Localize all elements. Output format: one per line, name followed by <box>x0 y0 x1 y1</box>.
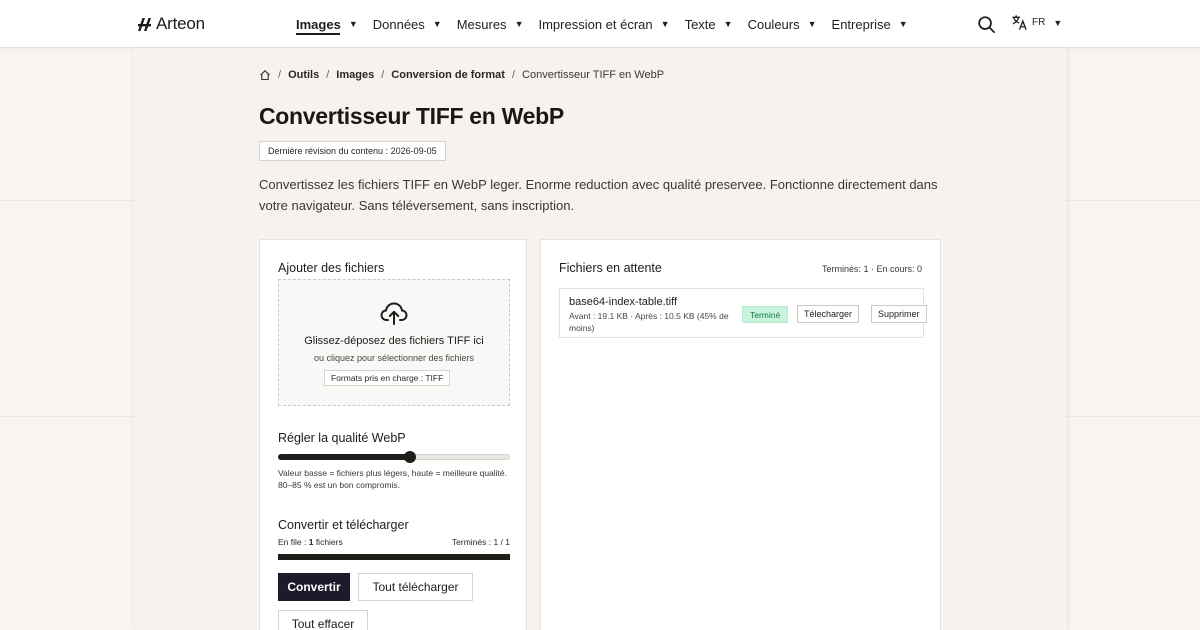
brand-logo[interactable]: Arteon <box>137 14 205 34</box>
nav-item-texte[interactable]: Texte ▼ <box>685 0 733 48</box>
pending-files-title: Fichiers en attente <box>559 261 662 275</box>
caret-down-icon: ▼ <box>514 19 524 29</box>
caret-down-icon: ▼ <box>432 19 442 29</box>
brand-name: Arteon <box>156 14 205 33</box>
pending-files-panel: Fichiers en attente Terminés: 1 · En cou… <box>540 239 941 630</box>
pending-files-stats: Terminés: 1 · En cours: 0 <box>821 264 922 274</box>
dropzone-main-text: Glissez-déposez des fichiers TIFF ici <box>304 335 484 347</box>
caret-down-icon: ▼ <box>723 19 733 29</box>
nav-label: Mesures <box>456 16 507 32</box>
slider-fill <box>278 454 411 460</box>
supported-formats-badge: Formats pris en charge : TIFF <box>324 370 451 386</box>
brand-mark-icon <box>138 17 151 31</box>
download-all-button[interactable]: Tout télécharger <box>358 573 473 601</box>
nav-item-entreprise[interactable]: Entreprise ▼ <box>832 0 908 48</box>
page-intro: Convertissez les fichiers TIFF en WebP l… <box>259 177 938 213</box>
revision-badge: Dernière révision du contenu : 2026-09-0… <box>259 141 446 161</box>
progress-fill <box>278 554 510 560</box>
done-count: Terminés : 1 / 1 <box>451 537 510 547</box>
nav-label: Images <box>296 16 341 32</box>
caret-down-icon: ▼ <box>660 19 670 29</box>
nav-label: Texte <box>684 16 716 32</box>
breadcrumb-separator: / <box>278 69 282 81</box>
home-icon[interactable] <box>259 69 271 81</box>
nav-label: Entreprise <box>831 16 891 32</box>
status-badge: Terminé <box>742 306 789 323</box>
nav-label: Données <box>372 16 425 32</box>
queue-status: En file : 1 fichiers Terminés : 1 / 1 <box>278 537 510 547</box>
breadcrumb-images[interactable]: Images <box>336 69 374 81</box>
main-content: / Outils / Images / Conversion de format… <box>134 48 1066 630</box>
language-selector[interactable]: FR ▼ <box>1011 14 1062 31</box>
breadcrumb-separator: / <box>511 69 516 81</box>
nav-item-mesures[interactable]: Mesures ▼ <box>457 0 524 48</box>
caret-down-icon: ▼ <box>898 19 908 29</box>
queue-suffix: fichiers <box>313 537 343 547</box>
breadcrumb-outils[interactable]: Outils <box>288 69 319 81</box>
slider-thumb[interactable] <box>404 451 417 463</box>
delete-file-button[interactable]: Supprimer <box>871 305 927 323</box>
nav-item-impression-ecran[interactable]: Impression et écran ▼ <box>538 0 669 48</box>
file-size-info: Avant : 19.1 KB · Après : 10.5 KB (45% d… <box>569 311 729 333</box>
nav-label: Impression et écran <box>538 16 653 32</box>
file-name: base64-index-table.tiff <box>569 296 678 308</box>
download-file-button[interactable]: Télecharger <box>797 305 860 323</box>
nav-item-donnees[interactable]: Données ▼ <box>373 0 442 48</box>
queue-count-text: En file : 1 fichiers <box>278 537 343 547</box>
top-navigation-bar: Arteon Images ▼ Données ▼ Mesures ▼ Impr… <box>0 0 1200 48</box>
caret-down-icon: ▼ <box>1053 17 1063 28</box>
language-code: FR <box>1032 17 1046 28</box>
convert-section-title: Convertir et télécharger <box>278 518 409 532</box>
file-row: base64-index-table.tiff Avant : 19.1 KB … <box>559 288 927 338</box>
caret-down-icon: ▼ <box>348 19 358 29</box>
conversion-progress-bar <box>278 554 510 560</box>
converter-panel: Ajouter des fichiers Glissez-déposez des… <box>259 239 527 630</box>
quality-slider[interactable] <box>278 451 510 463</box>
quality-section-title: Régler la qualité WebP <box>278 431 406 445</box>
caret-down-icon: ▼ <box>807 19 817 29</box>
queue-prefix: En file : <box>278 537 309 547</box>
main-nav: Images ▼ Données ▼ Mesures ▼ Impression … <box>296 0 923 48</box>
convert-button[interactable]: Convertir <box>278 573 350 601</box>
upload-section-title: Ajouter des fichiers <box>278 261 385 275</box>
breadcrumb-current: Convertisseur TIFF en WebP <box>522 69 665 81</box>
nav-item-images[interactable]: Images ▼ <box>296 0 358 48</box>
cloud-upload-icon <box>380 302 408 325</box>
nav-item-couleurs[interactable]: Couleurs ▼ <box>748 0 817 48</box>
page-title: Convertisseur TIFF en WebP <box>259 103 564 129</box>
clear-all-button[interactable]: Tout effacer <box>278 610 368 630</box>
dropzone-sub-text: ou cliquez pour sélectionner des fichier… <box>313 353 475 363</box>
file-dropzone[interactable]: Glissez-déposez des fichiers TIFF ici ou… <box>278 279 510 406</box>
nav-label: Couleurs <box>747 16 800 32</box>
search-icon[interactable] <box>977 15 996 34</box>
breadcrumb-separator: / <box>326 69 330 81</box>
translate-icon <box>1012 15 1027 30</box>
breadcrumb-separator: / <box>381 69 385 81</box>
quality-help-text: Valeur basse = fichiers plus légers, hau… <box>278 468 507 490</box>
breadcrumb: / Outils / Images / Conversion de format… <box>259 69 664 81</box>
breadcrumb-conversion-format[interactable]: Conversion de format <box>391 69 505 81</box>
